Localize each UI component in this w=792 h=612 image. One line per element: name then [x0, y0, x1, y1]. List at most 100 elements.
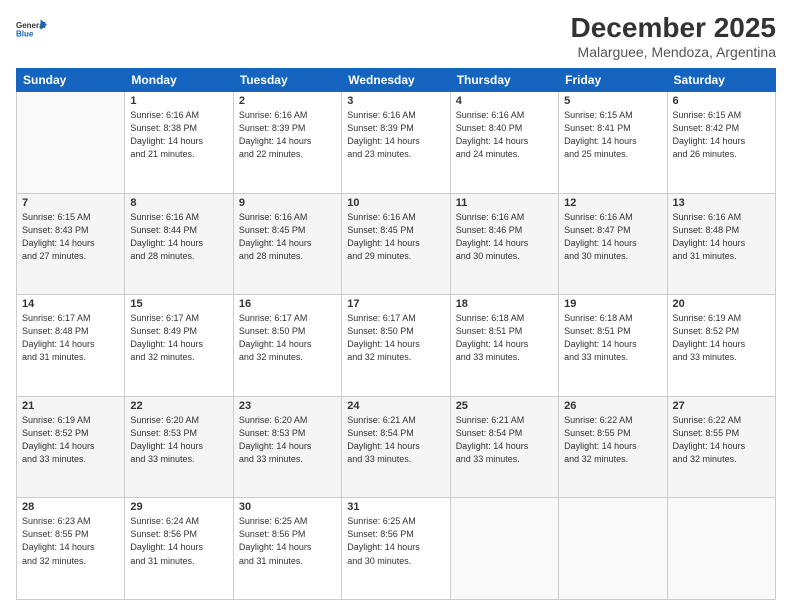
day-info: Sunrise: 6:16 AMSunset: 8:45 PMDaylight:…: [347, 211, 444, 263]
svg-text:Blue: Blue: [16, 29, 34, 38]
day-number: 2: [239, 95, 336, 107]
day-header-thursday: Thursday: [450, 69, 558, 92]
calendar-cell: 16 Sunrise: 6:17 AMSunset: 8:50 PMDayligh…: [233, 295, 341, 397]
day-info: Sunrise: 6:16 AMSunset: 8:46 PMDaylight:…: [456, 211, 553, 263]
day-number: 15: [130, 298, 227, 310]
day-info: Sunrise: 6:20 AMSunset: 8:53 PMDaylight:…: [239, 414, 336, 466]
day-info: Sunrise: 6:17 AMSunset: 8:49 PMDaylight:…: [130, 312, 227, 364]
calendar-cell: [450, 498, 558, 600]
calendar-cell: 8Sunrise: 6:16 AMSunset: 8:44 PMDaylight…: [125, 193, 233, 295]
header: General Blue December 2025 Malarguee, Me…: [16, 12, 776, 60]
day-number: 1: [130, 95, 227, 107]
day-number: 16: [239, 298, 336, 310]
day-info: Sunrise: 6:15 AMSunset: 8:43 PMDaylight:…: [22, 211, 119, 263]
calendar-cell: 4 Sunrise: 6:16 AMSunset: 8:40 PMDaylight…: [450, 92, 558, 194]
calendar-week-row: 7Sunrise: 6:15 AMSunset: 8:43 PMDaylight…: [17, 193, 776, 295]
day-info: Sunrise: 6:17 AMSunset: 8:48 PMDaylight:…: [22, 312, 119, 364]
title-block: December 2025 Malarguee, Mendoza, Argent…: [571, 12, 776, 60]
calendar-cell: 12 Sunrise: 6:16 AMSunset: 8:47 PMDayligh…: [559, 193, 667, 295]
day-info: Sunrise: 6:18 AMSunset: 8:51 PMDaylight:…: [456, 312, 553, 364]
day-info: Sunrise: 6:22 AMSunset: 8:55 PMDaylight:…: [673, 414, 770, 466]
day-info: Sunrise: 6:16 AMSunset: 8:44 PMDaylight:…: [130, 211, 227, 263]
calendar-cell: 25Sunrise: 6:21 AMSunset: 8:54 PMDayligh…: [450, 396, 558, 498]
day-header-friday: Friday: [559, 69, 667, 92]
day-number: 6: [673, 95, 770, 107]
day-number: 31: [347, 501, 444, 513]
day-info: Sunrise: 6:16 AMSunset: 8:40 PMDaylight:…: [456, 109, 553, 161]
day-info: Sunrise: 6:15 AMSunset: 8:42 PMDaylight:…: [673, 109, 770, 161]
calendar-cell: 7Sunrise: 6:15 AMSunset: 8:43 PMDaylight…: [17, 193, 125, 295]
day-number: 27: [673, 400, 770, 412]
day-number: 26: [564, 400, 661, 412]
calendar-table: SundayMondayTuesdayWednesdayThursdayFrid…: [16, 68, 776, 600]
day-number: 5: [564, 95, 661, 107]
calendar-cell: 27 Sunrise: 6:22 AMSunset: 8:55 PMDayligh…: [667, 396, 775, 498]
day-number: 23: [239, 400, 336, 412]
day-header-monday: Monday: [125, 69, 233, 92]
day-number: 3: [347, 95, 444, 107]
calendar-cell: 31 Sunrise: 6:25 AMSunset: 8:56 PMDayligh…: [342, 498, 450, 600]
calendar-cell: [559, 498, 667, 600]
day-number: 21: [22, 400, 119, 412]
day-number: 25: [456, 400, 553, 412]
day-info: Sunrise: 6:25 AMSunset: 8:56 PMDaylight:…: [347, 515, 444, 567]
calendar-cell: 23 Sunrise: 6:20 AMSunset: 8:53 PMDayligh…: [233, 396, 341, 498]
day-info: Sunrise: 6:19 AMSunset: 8:52 PMDaylight:…: [22, 414, 119, 466]
day-info: Sunrise: 6:16 AMSunset: 8:39 PMDaylight:…: [239, 109, 336, 161]
calendar-cell: 20 Sunrise: 6:19 AMSunset: 8:52 PMDayligh…: [667, 295, 775, 397]
day-info: Sunrise: 6:16 AMSunset: 8:39 PMDaylight:…: [347, 109, 444, 161]
day-info: Sunrise: 6:24 AMSunset: 8:56 PMDaylight:…: [130, 515, 227, 567]
page: General Blue December 2025 Malarguee, Me…: [0, 0, 792, 612]
day-info: Sunrise: 6:23 AMSunset: 8:55 PMDaylight:…: [22, 515, 119, 567]
calendar-week-row: 28Sunrise: 6:23 AMSunset: 8:55 PMDayligh…: [17, 498, 776, 600]
day-number: 22: [130, 400, 227, 412]
calendar-cell: 9Sunrise: 6:16 AMSunset: 8:45 PMDaylight…: [233, 193, 341, 295]
calendar-cell: 15 Sunrise: 6:17 AMSunset: 8:49 PMDayligh…: [125, 295, 233, 397]
calendar-cell: 29 Sunrise: 6:24 AMSunset: 8:56 PMDayligh…: [125, 498, 233, 600]
day-number: 29: [130, 501, 227, 513]
day-header-saturday: Saturday: [667, 69, 775, 92]
day-info: Sunrise: 6:16 AMSunset: 8:48 PMDaylight:…: [673, 211, 770, 263]
day-number: 19: [564, 298, 661, 310]
calendar-cell: 24 Sunrise: 6:21 AMSunset: 8:54 PMDayligh…: [342, 396, 450, 498]
calendar-cell: 22 Sunrise: 6:20 AMSunset: 8:53 PMDayligh…: [125, 396, 233, 498]
calendar-cell: 13 Sunrise: 6:16 AMSunset: 8:48 PMDayligh…: [667, 193, 775, 295]
calendar-header-row: SundayMondayTuesdayWednesdayThursdayFrid…: [17, 69, 776, 92]
month-title: December 2025: [571, 12, 776, 44]
logo-svg: General Blue: [16, 12, 48, 48]
day-info: Sunrise: 6:16 AMSunset: 8:47 PMDaylight:…: [564, 211, 661, 263]
day-info: Sunrise: 6:22 AMSunset: 8:55 PMDaylight:…: [564, 414, 661, 466]
day-number: 11: [456, 197, 553, 209]
day-info: Sunrise: 6:18 AMSunset: 8:51 PMDaylight:…: [564, 312, 661, 364]
calendar-week-row: 21 Sunrise: 6:19 AMSunset: 8:52 PMDayligh…: [17, 396, 776, 498]
day-info: Sunrise: 6:15 AMSunset: 8:41 PMDaylight:…: [564, 109, 661, 161]
day-number: 30: [239, 501, 336, 513]
day-number: 4: [456, 95, 553, 107]
day-number: 13: [673, 197, 770, 209]
calendar-cell: 14Sunrise: 6:17 AMSunset: 8:48 PMDayligh…: [17, 295, 125, 397]
subtitle: Malarguee, Mendoza, Argentina: [571, 44, 776, 60]
calendar-cell: 10 Sunrise: 6:16 AMSunset: 8:45 PMDayligh…: [342, 193, 450, 295]
calendar-cell: 3 Sunrise: 6:16 AMSunset: 8:39 PMDaylight…: [342, 92, 450, 194]
day-info: Sunrise: 6:21 AMSunset: 8:54 PMDaylight:…: [347, 414, 444, 466]
day-number: 9: [239, 197, 336, 209]
calendar-cell: 5 Sunrise: 6:15 AMSunset: 8:41 PMDaylight…: [559, 92, 667, 194]
calendar-week-row: 1Sunrise: 6:16 AMSunset: 8:38 PMDaylight…: [17, 92, 776, 194]
day-number: 17: [347, 298, 444, 310]
day-info: Sunrise: 6:19 AMSunset: 8:52 PMDaylight:…: [673, 312, 770, 364]
calendar-cell: 17 Sunrise: 6:17 AMSunset: 8:50 PMDayligh…: [342, 295, 450, 397]
day-header-wednesday: Wednesday: [342, 69, 450, 92]
calendar-cell: 19 Sunrise: 6:18 AMSunset: 8:51 PMDayligh…: [559, 295, 667, 397]
day-number: 10: [347, 197, 444, 209]
day-header-sunday: Sunday: [17, 69, 125, 92]
day-info: Sunrise: 6:17 AMSunset: 8:50 PMDaylight:…: [347, 312, 444, 364]
calendar-cell: 18Sunrise: 6:18 AMSunset: 8:51 PMDayligh…: [450, 295, 558, 397]
calendar-cell: [667, 498, 775, 600]
day-number: 20: [673, 298, 770, 310]
calendar-cell: 1Sunrise: 6:16 AMSunset: 8:38 PMDaylight…: [125, 92, 233, 194]
day-info: Sunrise: 6:17 AMSunset: 8:50 PMDaylight:…: [239, 312, 336, 364]
day-number: 12: [564, 197, 661, 209]
day-info: Sunrise: 6:20 AMSunset: 8:53 PMDaylight:…: [130, 414, 227, 466]
day-number: 24: [347, 400, 444, 412]
calendar-cell: 6 Sunrise: 6:15 AMSunset: 8:42 PMDaylight…: [667, 92, 775, 194]
